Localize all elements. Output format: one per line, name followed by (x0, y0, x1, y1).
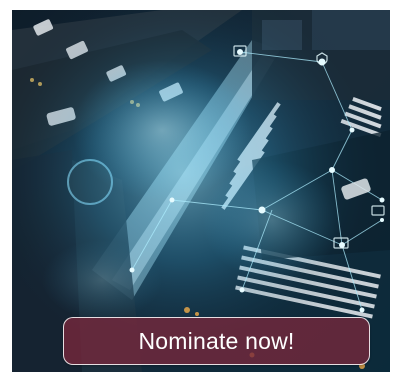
hero-image-card[interactable]: Nominate now! (12, 10, 390, 372)
nominate-now-button[interactable]: Nominate now! (63, 317, 370, 365)
nominate-now-label: Nominate now! (138, 327, 295, 354)
